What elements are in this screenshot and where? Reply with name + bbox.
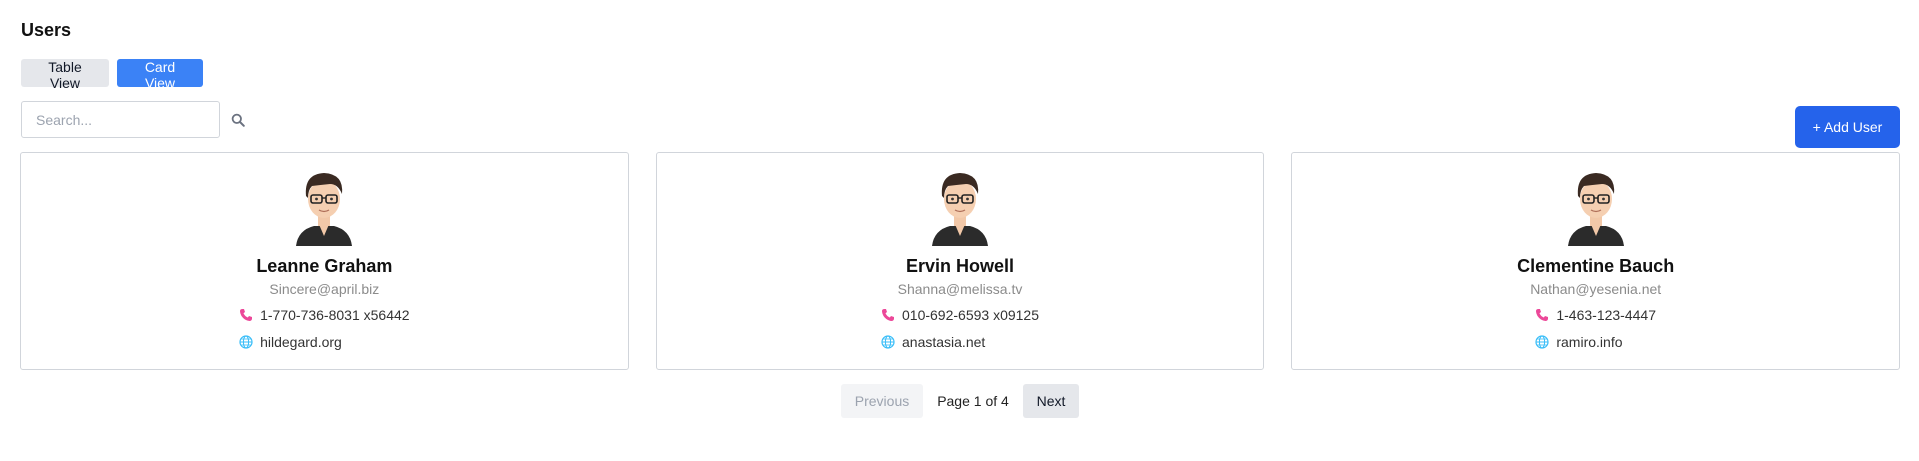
card-view-button[interactable]: Card View <box>117 59 203 91</box>
phone-row: 010-692-6593 x09125 <box>881 305 1039 325</box>
phone-icon <box>240 309 253 321</box>
globe-icon <box>881 335 895 349</box>
website-row: hildegard.org <box>239 332 409 352</box>
user-email: Nathan@yesenia.net <box>1530 281 1662 297</box>
search-box <box>21 101 245 138</box>
search-input[interactable] <box>22 102 231 137</box>
user-email: Shanna@melissa.tv <box>897 281 1023 297</box>
user-name: Leanne Graham <box>256 256 393 276</box>
phone-icon <box>1536 309 1549 321</box>
phone-row: 1-770-736-8031 x56442 <box>239 305 410 325</box>
view-toggle: Table View Card View <box>21 59 203 91</box>
previous-button[interactable]: Previous <box>841 384 923 418</box>
user-name: Clementine Bauch <box>1517 256 1675 276</box>
contact-info: 1-770-736-8031 x56442 hildegard.org <box>239 305 410 352</box>
phone-icon <box>882 309 894 321</box>
user-email: Sincere@april.biz <box>269 281 380 297</box>
next-button[interactable]: Next <box>1023 384 1079 418</box>
contact-info: 010-692-6593 x09125 anastasia.net <box>881 305 1039 352</box>
globe-icon <box>239 335 253 349</box>
user-name: Ervin Howell <box>905 256 1015 276</box>
user-card[interactable]: Clementine Bauch Nathan@yesenia.net 1-46… <box>1291 152 1901 370</box>
avatar-icon <box>1567 173 1624 246</box>
table-view-button[interactable]: Table View <box>21 59 109 91</box>
page-indicator: Page 1 of 4 <box>937 393 1009 409</box>
globe-icon <box>1535 335 1549 349</box>
website-row: ramiro.info <box>1535 332 1656 352</box>
phone-row: 1-463-123-4447 <box>1535 305 1656 325</box>
page-title: Users <box>21 20 72 40</box>
user-website[interactable]: anastasia.net <box>902 334 985 350</box>
user-phone: 1-770-736-8031 x56442 <box>260 307 410 323</box>
user-phone: 010-692-6593 x09125 <box>902 307 1040 323</box>
pagination: Previous Page 1 of 4 Next <box>841 384 1079 418</box>
user-card[interactable]: Leanne Graham Sincere@april.biz 1-770-73… <box>20 152 629 370</box>
search-icon[interactable] <box>231 112 245 128</box>
add-user-button[interactable]: + Add User <box>1795 106 1900 148</box>
avatar-icon <box>932 173 988 246</box>
user-cards: Leanne Graham Sincere@april.biz 1-770-73… <box>20 152 1901 370</box>
user-phone: 1-463-123-4447 <box>1556 307 1656 323</box>
user-website[interactable]: hildegard.org <box>260 334 342 350</box>
avatar-icon <box>296 173 353 246</box>
user-card[interactable]: Ervin Howell Shanna@melissa.tv 010-692-6… <box>655 152 1265 370</box>
user-website[interactable]: ramiro.info <box>1556 334 1622 350</box>
website-row: anastasia.net <box>881 332 1039 352</box>
contact-info: 1-463-123-4447 ramiro.info <box>1535 305 1656 352</box>
